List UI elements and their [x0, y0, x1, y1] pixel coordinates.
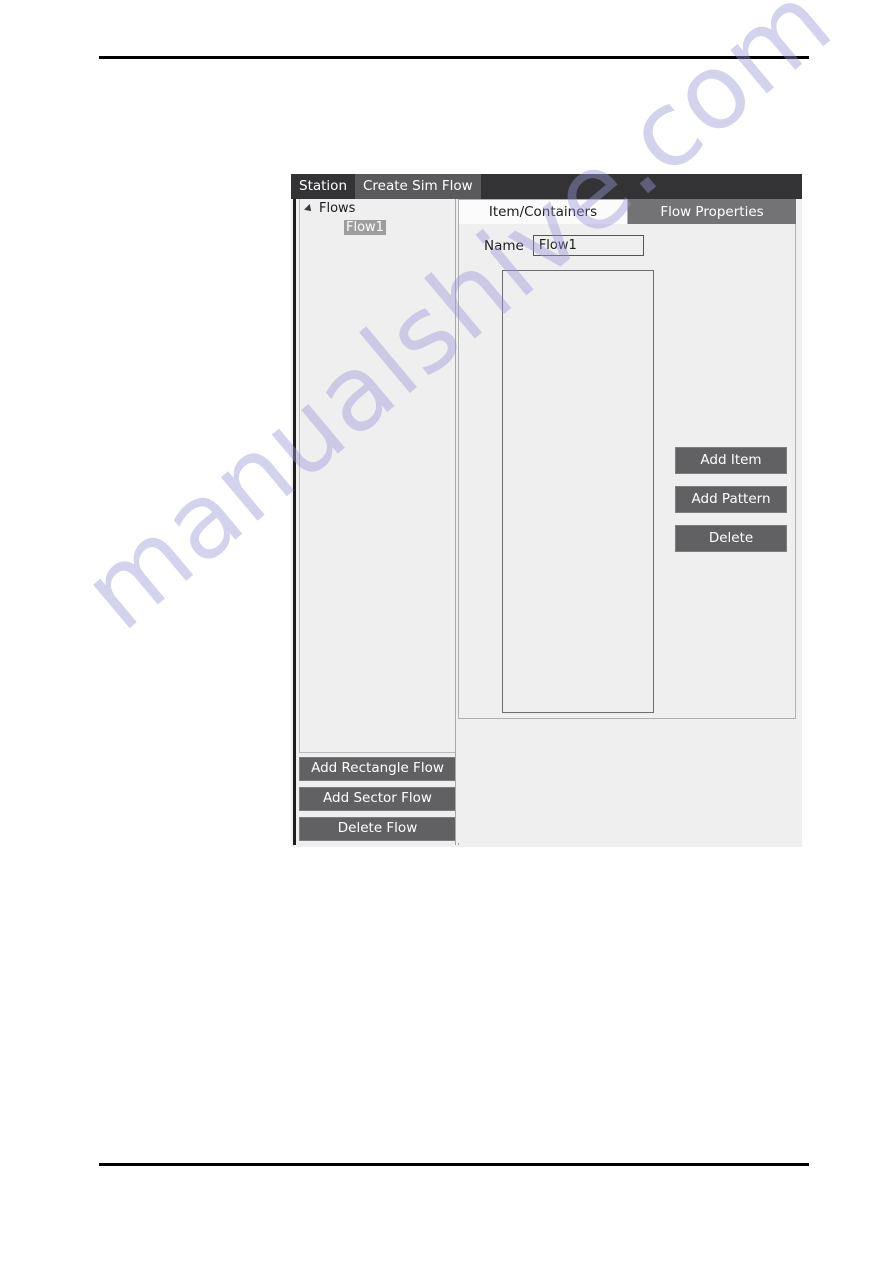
triangle-expanded-icon[interactable]: [304, 203, 314, 214]
add-pattern-label: Add Pattern: [691, 490, 771, 507]
item-containers-list[interactable]: [502, 270, 654, 713]
tree-node-flows-label: Flows: [319, 201, 356, 216]
name-label: Name: [484, 237, 524, 254]
tree-node-flow1[interactable]: Flow1: [300, 218, 458, 237]
add-rectangle-flow-label: Add Rectangle Flow: [311, 760, 444, 777]
delete-button[interactable]: Delete: [675, 525, 787, 552]
delete-flow-label: Delete Flow: [337, 820, 418, 837]
menu-item-station[interactable]: Station: [291, 174, 355, 199]
menu-item-station-label: Station: [299, 177, 347, 194]
delete-label: Delete: [708, 529, 754, 546]
delete-flow-button[interactable]: Delete Flow: [299, 817, 456, 841]
item-containers-tab-panel: Name Add Item Add Pattern Delete: [458, 224, 796, 719]
name-input[interactable]: [532, 235, 644, 256]
tab-flow-properties-label: Flow Properties: [660, 203, 764, 220]
add-item-button[interactable]: Add Item: [675, 447, 787, 474]
details-tab-strip: Item/Containers Flow Properties: [458, 199, 796, 224]
panel-empty-area: [458, 719, 796, 843]
flow-action-buttons: Add Rectangle Flow Add Sector Flow Delet…: [299, 757, 459, 847]
add-rectangle-flow-button[interactable]: Add Rectangle Flow: [299, 757, 456, 781]
create-sim-flow-window: Station Create Sim Flow Flows Flow1 Add …: [291, 174, 802, 847]
name-row: Name: [484, 235, 644, 256]
splitter-line-left: [455, 199, 456, 845]
tab-flow-properties[interactable]: Flow Properties: [628, 199, 796, 224]
window-title-bar: Station Create Sim Flow: [291, 174, 802, 199]
add-item-label: Add Item: [700, 451, 762, 468]
tree-node-flows[interactable]: Flows: [300, 199, 458, 218]
menu-item-create-sim-flow[interactable]: Create Sim Flow: [355, 174, 481, 199]
flows-left-panel: Flows Flow1 Add Rectangle Flow Add Secto…: [293, 199, 459, 847]
page-header-rule: [99, 56, 809, 59]
flows-tree[interactable]: Flows Flow1: [299, 199, 459, 753]
tree-node-flow1-label: Flow1: [344, 220, 386, 235]
page-footer-rule: [99, 1163, 809, 1166]
menu-item-create-sim-flow-label: Create Sim Flow: [363, 177, 473, 194]
add-sector-flow-button[interactable]: Add Sector Flow: [299, 787, 456, 811]
tab-item-containers-label: Item/Containers: [488, 204, 598, 220]
item-action-buttons: Add Item Add Pattern Delete: [675, 447, 787, 564]
add-sector-flow-label: Add Sector Flow: [323, 790, 432, 807]
flow-details-panel: Item/Containers Flow Properties Name Add…: [458, 199, 800, 845]
add-pattern-button[interactable]: Add Pattern: [675, 486, 787, 513]
tab-item-containers[interactable]: Item/Containers: [458, 199, 628, 224]
